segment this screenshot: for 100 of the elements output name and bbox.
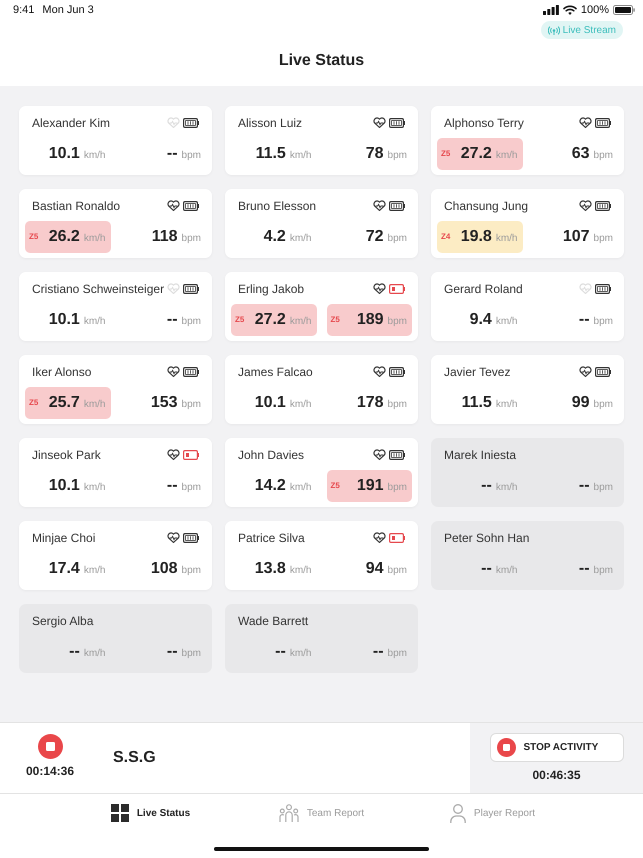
player-name: Bruno Elesson bbox=[238, 198, 316, 215]
heart-rate-value: 78 bbox=[366, 146, 384, 162]
heart-rate-unit: bpm bbox=[182, 646, 201, 660]
player-card[interactable]: Jinseok Park 10.1 km/h -- bpm bbox=[19, 438, 212, 507]
clock-time: 9:41 bbox=[13, 2, 34, 18]
people-icon bbox=[278, 804, 299, 822]
speed-value: 25.7 bbox=[48, 394, 80, 410]
player-card[interactable]: Erling Jakob Z5 27.2 km/h Z5 189 bpm bbox=[225, 272, 418, 341]
player-name: Javier Tevez bbox=[444, 364, 510, 381]
heart-rate-unit: bpm bbox=[594, 148, 613, 162]
heart-rate-value: 153 bbox=[150, 394, 178, 410]
player-name: Alisson Luiz bbox=[238, 115, 302, 132]
status-date: Mon Jun 3 bbox=[42, 2, 94, 18]
player-card[interactable]: Gerard Roland 9.4 km/h -- bpm bbox=[431, 272, 624, 341]
speed-unit: km/h bbox=[290, 646, 312, 660]
stop-activity-button[interactable]: STOP ACTIVITY bbox=[490, 733, 624, 762]
speed-unit: km/h bbox=[290, 314, 312, 328]
player-card[interactable]: Iker Alonso Z5 25.7 km/h 153 bpm bbox=[19, 355, 212, 424]
heart-rate-value: 107 bbox=[562, 228, 590, 244]
player-name: Gerard Roland bbox=[444, 281, 523, 298]
speed-value: 19.8 bbox=[460, 228, 492, 244]
speed-value: 10.1 bbox=[254, 394, 286, 410]
speed-unit: km/h bbox=[290, 148, 312, 162]
page-title: Live Status bbox=[278, 51, 364, 71]
heart-rate-value: -- bbox=[578, 478, 590, 494]
speed-unit: km/h bbox=[496, 480, 518, 494]
wifi-icon bbox=[562, 5, 577, 15]
speed-value: -- bbox=[481, 478, 492, 494]
heart-rate-value: 63 bbox=[572, 146, 590, 162]
speed-value: 4.2 bbox=[264, 228, 286, 244]
player-card[interactable]: Cristiano Schweinsteiger 10.1 km/h -- bpm bbox=[19, 272, 212, 341]
heart-rate-value: 94 bbox=[366, 560, 384, 576]
heart-rate-unit: bpm bbox=[388, 480, 407, 494]
player-card[interactable]: Minjae Choi 17.4 km/h 108 bpm bbox=[19, 521, 212, 590]
player-card[interactable]: Chansung Jung Z4 19.8 km/h 107 bpm bbox=[431, 189, 624, 258]
heart-rate-unit: bpm bbox=[182, 148, 201, 162]
player-card[interactable]: Alphonso Terry Z5 27.2 km/h 63 bpm bbox=[431, 106, 624, 175]
player-name: Minjae Choi bbox=[32, 530, 96, 547]
speed-unit: km/h bbox=[496, 148, 518, 162]
speed-unit: km/h bbox=[290, 232, 312, 246]
speed-value: -- bbox=[481, 560, 492, 576]
heart-rate-value: 178 bbox=[356, 394, 384, 410]
heart-rate-value: -- bbox=[166, 478, 178, 494]
speed-unit: km/h bbox=[84, 148, 106, 162]
heart-rate-unit: bpm bbox=[594, 564, 613, 578]
speed-unit: km/h bbox=[84, 646, 106, 660]
total-time: 00:46:35 bbox=[532, 767, 581, 784]
player-name: Cristiano Schweinsteiger bbox=[32, 281, 164, 298]
heart-rate-value: 191 bbox=[356, 478, 384, 494]
speed-unit: km/h bbox=[496, 564, 518, 578]
speed-unit: km/h bbox=[84, 480, 106, 494]
zone-label: Z4 bbox=[441, 231, 450, 243]
zone-label: Z5 bbox=[330, 314, 340, 326]
player-name: Marek Iniesta bbox=[444, 447, 516, 464]
player-card[interactable]: Bastian Ronaldo Z5 26.2 km/h 118 bpm bbox=[19, 189, 212, 258]
player-name: Iker Alonso bbox=[32, 364, 92, 381]
player-name: Peter Sohn Han bbox=[444, 530, 530, 547]
heart-rate-value: 99 bbox=[572, 394, 590, 410]
heart-rate-value: -- bbox=[372, 644, 384, 660]
player-card[interactable]: Alexander Kim 10.1 km/h -- bpm bbox=[19, 106, 212, 175]
heart-rate-value: 108 bbox=[150, 560, 178, 576]
activity-name: S.S.G bbox=[113, 748, 156, 768]
heart-rate-unit: bpm bbox=[182, 564, 201, 578]
stop-icon bbox=[496, 738, 516, 757]
tab[interactable]: Live Status bbox=[65, 794, 236, 832]
speed-value: 17.4 bbox=[48, 560, 80, 576]
heart-rate-unit: bpm bbox=[594, 314, 613, 328]
speed-value: 10.1 bbox=[48, 146, 80, 162]
stop-icon[interactable] bbox=[38, 734, 62, 759]
player-card[interactable]: Alisson Luiz 11.5 km/h 78 bpm bbox=[225, 106, 418, 175]
speed-value: -- bbox=[69, 644, 80, 660]
player-name: Alexander Kim bbox=[32, 115, 110, 132]
player-name: Erling Jakob bbox=[238, 281, 304, 298]
speed-value: 9.4 bbox=[470, 312, 492, 328]
player-name: Chansung Jung bbox=[444, 198, 528, 215]
speed-unit: km/h bbox=[496, 232, 518, 246]
player-card[interactable]: Bruno Elesson 4.2 km/h 72 bpm bbox=[225, 189, 418, 258]
speed-unit: km/h bbox=[84, 314, 106, 328]
player-card[interactable]: Javier Tevez 11.5 km/h 99 bpm bbox=[431, 355, 624, 424]
heart-rate-unit: bpm bbox=[388, 564, 407, 578]
speed-value: 10.1 bbox=[48, 478, 80, 494]
zone-label: Z5 bbox=[29, 231, 38, 243]
player-card[interactable]: James Falcao 10.1 km/h 178 bpm bbox=[225, 355, 418, 424]
heart-rate-unit: bpm bbox=[388, 232, 407, 246]
speed-value: 26.2 bbox=[48, 228, 80, 244]
grid-icon bbox=[110, 804, 129, 822]
speed-value: 27.2 bbox=[254, 312, 286, 328]
speed-unit: km/h bbox=[84, 232, 106, 246]
heart-rate-unit: bpm bbox=[182, 480, 201, 494]
heart-rate-unit: bpm bbox=[182, 232, 201, 246]
player-card[interactable]: Patrice Silva 13.8 km/h 94 bpm bbox=[225, 521, 418, 590]
speed-unit: km/h bbox=[290, 564, 312, 578]
speed-unit: km/h bbox=[290, 398, 312, 412]
zone-label: Z5 bbox=[441, 148, 450, 160]
player-name: James Falcao bbox=[238, 364, 313, 381]
speed-value: 10.1 bbox=[48, 312, 80, 328]
battery-icon bbox=[613, 5, 635, 15]
heart-rate-value: -- bbox=[166, 146, 178, 162]
player-card[interactable]: John Davies 14.2 km/h Z5 191 bpm bbox=[225, 438, 418, 507]
zone-label: Z5 bbox=[29, 397, 38, 409]
